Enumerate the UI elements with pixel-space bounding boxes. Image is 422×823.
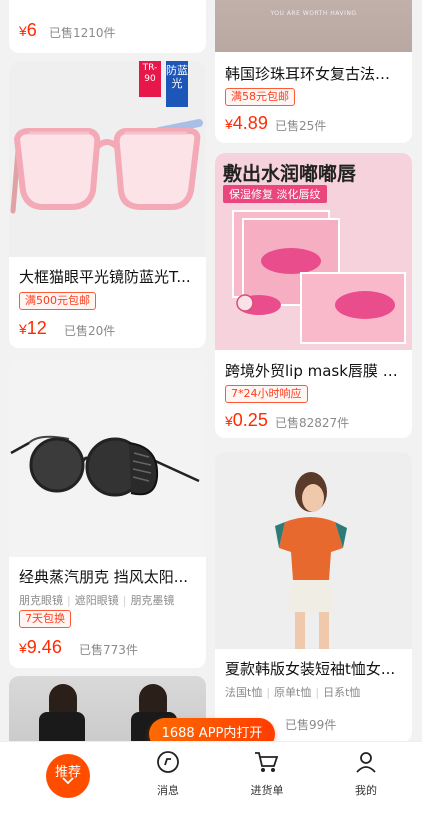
product-attributes: 朋克眼镜 | 遮阳眼镜 | 朋克墨镜 [19,594,175,607]
nav-cart-label: 进货单 [250,784,284,797]
promo-tag: 满500元包邮 [19,292,96,310]
recommend-button[interactable]: 推荐 [46,754,90,798]
product-card[interactable]: 敷出水润嘟嘟唇 保湿修复 淡化唇纹 跨境外贸lip mask唇膜 去... 7*… [215,153,412,438]
product-title[interactable]: 跨境外贸lip mask唇膜 去... [225,360,402,381]
messages-icon [156,750,180,778]
sold-count: 已售82827件 [275,416,350,430]
product-price: ¥0.25 [225,410,268,430]
sold-count: 已售773件 [79,643,138,657]
product-title[interactable]: 大框猫眼平光镜防蓝光T... [19,266,196,287]
sold-count: 已售25件 [275,119,327,133]
nav-messages[interactable]: 消息 [118,742,218,823]
lip-mask-packs [232,210,406,344]
product-image[interactable] [215,452,412,649]
tshirt-model-image [275,472,347,649]
sold-count: 已售20件 [64,324,116,338]
product-card[interactable]: ¥6 已售1210件 [9,0,206,53]
sold-count: 已售1210件 [49,26,116,40]
chevron-down-icon [46,776,90,789]
sold-count: 已售99件 [285,718,337,732]
product-card[interactable]: YOU ARE WORTH HAVING 韩国珍珠耳环女复古法式... 满58元… [215,0,412,143]
product-price: ¥12 [19,318,47,338]
cart-icon [253,750,279,778]
product-card[interactable]: TR-90 防蓝光 大框猫眼平光镜防蓝光T... 满500元包邮 ¥12 已售2… [9,61,206,348]
image-caption: YOU ARE WORTH HAVING [270,10,357,17]
nav-cart[interactable]: 进货单 [217,742,317,823]
product-price: ¥9.46 [19,637,62,657]
product-image[interactable]: YOU ARE WORTH HAVING [215,0,412,52]
product-price: ¥6 [19,20,37,40]
bottom-nav: 推荐 消息 进货单 我的 [0,741,422,823]
nav-mine[interactable]: 我的 [316,742,416,823]
promo-tag: 7天包换 [19,610,71,628]
badge-anti-blue: 防蓝光 [166,61,188,107]
product-card[interactable]: 经典蒸汽朋克 挡风太阳... 朋克眼镜 | 遮阳眼镜 | 朋克墨镜 7天包换 ¥9.46… [9,361,206,668]
product-image[interactable] [9,361,206,557]
promo-tag: 满58元包邮 [225,88,295,106]
product-card[interactable]: 夏款韩版女装短袖t恤女... 法国t恤 | 原单t恤 | 日系t恤 已售99件 [215,452,412,742]
product-title[interactable]: 经典蒸汽朋克 挡风太阳... [19,566,196,587]
product-title[interactable]: 夏款韩版女装短袖t恤女... [225,658,402,679]
sunglasses-image [10,435,200,497]
badge-tr90: TR-90 [139,61,161,97]
product-feed: ¥6 已售1210件 TR-90 防蓝光 大框猫眼平光镜防蓝光T... 满500… [0,0,422,823]
product-image[interactable]: TR-90 防蓝光 [9,61,206,257]
user-icon [354,750,378,778]
product-price: ¥4.89 [225,113,268,133]
product-image[interactable]: 敷出水润嘟嘟唇 保湿修复 淡化唇纹 [215,153,412,350]
product-title[interactable]: 韩国珍珠耳环女复古法式... [225,63,402,84]
nav-messages-label: 消息 [157,784,179,797]
nav-recommend[interactable]: 推荐 [0,742,100,823]
nav-mine-label: 我的 [355,784,377,797]
promo-tag: 7*24小时响应 [225,385,308,403]
product-attributes: 法国t恤 | 原单t恤 | 日系t恤 [225,686,361,699]
